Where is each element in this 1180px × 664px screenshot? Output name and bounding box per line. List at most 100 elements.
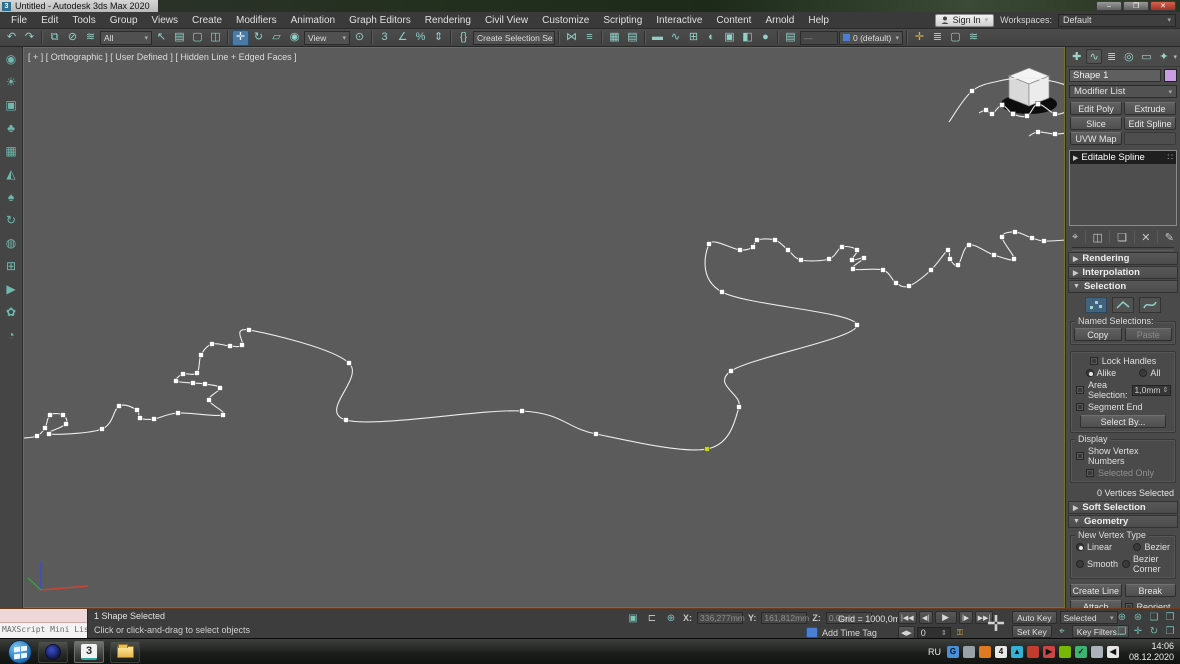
play-clip-icon[interactable]: ▶ xyxy=(3,281,20,297)
select-and-link-icon[interactable]: ⧉ xyxy=(46,30,63,46)
taskbar-3dsmax-button[interactable]: 3 xyxy=(74,640,104,663)
macro-recorder-line[interactable] xyxy=(0,609,87,623)
select-by-button[interactable]: Select By... xyxy=(1080,415,1166,428)
window-crossing-icon[interactable]: ◫ xyxy=(207,30,224,46)
menu-customize[interactable]: Customize xyxy=(535,12,596,29)
flower-icon[interactable]: ✿ xyxy=(3,304,20,320)
isolate-selection-icon[interactable]: ▣ xyxy=(626,612,640,624)
remove-modifier-icon[interactable]: ✕ xyxy=(1141,231,1150,244)
show-vertex-numbers-checkbox[interactable] xyxy=(1076,452,1084,460)
menu-interactive[interactable]: Interactive xyxy=(649,12,709,29)
menu-animation[interactable]: Animation xyxy=(284,12,342,29)
set-key-button[interactable]: Set Key xyxy=(1012,625,1052,638)
teapot-icon[interactable]: ◔ xyxy=(3,327,20,343)
rollout-soft-selection[interactable]: ▶ Soft Selection xyxy=(1068,501,1178,514)
set-key-filter-icon[interactable]: ⌖ xyxy=(1055,626,1069,638)
rendered-frame-icon[interactable]: ◧ xyxy=(739,30,756,46)
maxscript-mini-listener[interactable]: MAXScript Mini Lis xyxy=(0,609,88,639)
tab-modify[interactable]: ∿ xyxy=(1086,49,1102,64)
menu-help[interactable]: Help xyxy=(801,12,836,29)
clock[interactable]: 14:06 08.12.2020 xyxy=(1129,641,1174,663)
create-line-button[interactable]: Create Line xyxy=(1070,584,1122,597)
tray-icon-7[interactable] xyxy=(1058,645,1071,658)
schematic-view-icon[interactable]: ⊞ xyxy=(685,30,702,46)
tab-display[interactable]: ▭ xyxy=(1139,49,1154,64)
select-by-name-icon[interactable]: ▤ xyxy=(171,30,188,46)
tray-icon-1[interactable] xyxy=(962,645,975,658)
zoom-extents-all-icon[interactable]: ❒ xyxy=(1162,610,1178,624)
redo-icon[interactable]: ↷ xyxy=(21,30,38,46)
key-mode-dropdown[interactable]: Selected ▾ xyxy=(1059,611,1118,624)
modifier-button-edit-poly[interactable]: Edit Poly xyxy=(1070,102,1122,115)
modifier-stack-item[interactable]: ▶ Editable Spline ∷ xyxy=(1070,151,1176,164)
tab-motion[interactable]: ◎ xyxy=(1121,49,1136,64)
menu-arnold[interactable]: Arnold xyxy=(758,12,801,29)
menu-create[interactable]: Create xyxy=(185,12,229,29)
window-grid-icon[interactable]: ▦ xyxy=(3,143,20,159)
menu-edit[interactable]: Edit xyxy=(34,12,65,29)
percent-snap-icon[interactable]: % xyxy=(412,30,429,46)
vertex-subobject-button[interactable] xyxy=(1085,297,1107,313)
listener-line[interactable]: MAXScript Mini Lis xyxy=(0,623,87,639)
tab-utilities[interactable]: ✦ xyxy=(1156,49,1171,64)
light-icon[interactable]: ◉ xyxy=(3,51,20,67)
attach-button[interactable]: Attach xyxy=(1070,600,1122,608)
render-setup-icon[interactable]: ▣ xyxy=(721,30,738,46)
workspace-dropdown[interactable]: Default ▾ xyxy=(1058,13,1176,27)
menu-civil-view[interactable]: Civil View xyxy=(478,12,535,29)
smooth-radio[interactable] xyxy=(1076,560,1084,568)
tray-icon-9[interactable] xyxy=(1090,645,1103,658)
select-and-scale-icon[interactable]: ▱ xyxy=(268,30,285,46)
language-indicator[interactable]: RU xyxy=(928,647,941,657)
select-and-rotate-icon[interactable]: ↻ xyxy=(250,30,267,46)
modifier-button-edit-spline[interactable]: Edit Spline xyxy=(1124,117,1176,130)
tray-icon-6[interactable]: ▶ xyxy=(1042,645,1055,658)
use-pivot-point-center-icon[interactable]: ⊙ xyxy=(351,30,368,46)
render-icon[interactable]: ● xyxy=(757,30,774,46)
menu-content[interactable]: Content xyxy=(709,12,758,29)
named-selection-entry-field[interactable]: — xyxy=(800,30,838,45)
rollout-interpolation[interactable]: ▶ Interpolation xyxy=(1068,266,1178,279)
zoom-all-icon[interactable]: ⊛ xyxy=(1130,610,1146,624)
next-frame-icon[interactable]: |▶ xyxy=(958,611,973,624)
rollout-geometry[interactable]: ▼ Geometry xyxy=(1068,515,1178,528)
spinner-icon[interactable]: ⇕ xyxy=(941,629,947,637)
y-coordinate-field[interactable]: 161,812mm xyxy=(761,612,809,624)
arc-rotate-icon[interactable]: ↻ xyxy=(3,212,20,228)
expand-arrow-icon[interactable]: ▶ xyxy=(1073,154,1078,162)
x-coordinate-field[interactable]: 336,277mm xyxy=(697,612,745,624)
alike-radio[interactable] xyxy=(1085,369,1094,377)
bind-to-space-warp-icon[interactable]: ≋ xyxy=(82,30,99,46)
curve-editor-icon[interactable]: ∿ xyxy=(667,30,684,46)
segment-subobject-button[interactable] xyxy=(1112,297,1134,313)
select-object-icon[interactable]: ↖ xyxy=(153,30,170,46)
stacked-layers-icon[interactable]: ≋ xyxy=(965,30,982,46)
mirror-icon[interactable]: ⋈ xyxy=(563,30,580,46)
rollout-rendering[interactable]: ▶ Rendering xyxy=(1068,252,1178,265)
tab-hierarchy[interactable]: ≣ xyxy=(1104,49,1119,64)
menu-rendering[interactable]: Rendering xyxy=(418,12,478,29)
spinner-snap-icon[interactable]: ⇕ xyxy=(430,30,447,46)
area-selection-spinner[interactable]: 1,0mm ⇕ xyxy=(1131,384,1172,396)
bezier-radio[interactable] xyxy=(1133,543,1142,551)
snaps-toggle-icon[interactable]: 3 xyxy=(376,30,393,46)
angle-snap-icon[interactable]: ∠ xyxy=(394,30,411,46)
current-frame-field[interactable]: 0 ⇕ xyxy=(916,626,951,639)
modifier-list-dropdown[interactable]: Modifier List ▾ xyxy=(1069,85,1177,98)
segment-end-checkbox[interactable] xyxy=(1076,403,1084,411)
unlink-selection-icon[interactable]: ⊘ xyxy=(64,30,81,46)
taskbar-browser-button[interactable] xyxy=(38,640,68,663)
reference-coordinate-system-dropdown[interactable]: View ▾ xyxy=(304,30,350,45)
menu-views[interactable]: Views xyxy=(145,12,186,29)
previous-frame-icon[interactable]: ◀| xyxy=(918,611,933,624)
layer-explorer-icon[interactable]: ▤ xyxy=(624,30,641,46)
spline-subobject-button[interactable] xyxy=(1139,297,1161,313)
modifier-button-uvw-map[interactable]: UVW Map xyxy=(1070,132,1122,145)
sphere-icon[interactable]: ◍ xyxy=(3,235,20,251)
start-button[interactable] xyxy=(8,639,32,664)
lock-handles-checkbox[interactable] xyxy=(1089,357,1098,365)
transform-gizmo-toggle[interactable]: ✛ xyxy=(983,611,1009,637)
selection-box-icon[interactable]: ▢ xyxy=(947,30,964,46)
spinner-icon[interactable]: ⇕ xyxy=(1163,386,1169,394)
pin-stack-icon[interactable]: ⌖ xyxy=(1072,231,1078,244)
